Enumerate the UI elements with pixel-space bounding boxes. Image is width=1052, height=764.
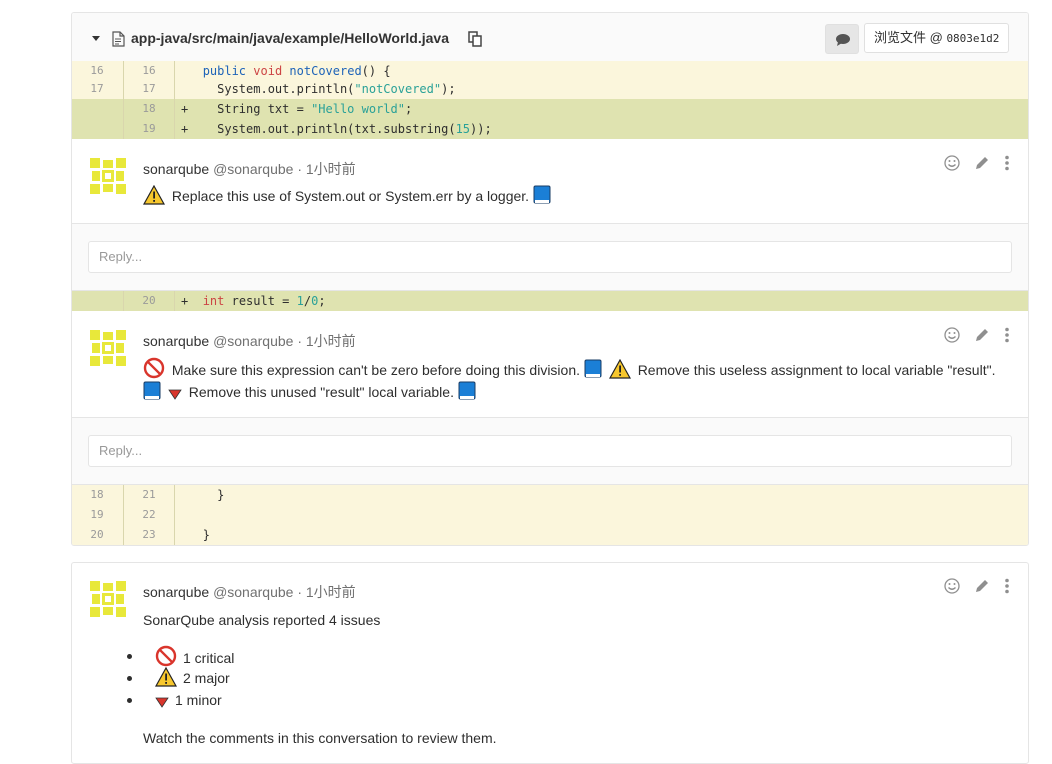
reply-input[interactable]: Reply... [88,241,1012,273]
avatar[interactable] [88,328,128,368]
new-line-number[interactable]: 23 [123,525,174,545]
note-actions [934,155,1010,174]
line-code: + String txt = "Hello world"; [174,99,412,119]
file-header: app-java/src/main/java/example/HelloWorl… [72,13,1028,68]
note-text: Replace this use of System.out or System… [143,185,998,207]
old-line-number[interactable] [72,99,122,119]
reply-area: Reply... [72,224,1028,290]
new-line-number[interactable]: 22 [123,505,174,525]
new-line-number[interactable]: 18 [123,99,174,119]
summary-intro: SonarQube analysis reported 4 issues [143,612,381,628]
file-path[interactable]: app-java/src/main/java/example/HelloWorl… [131,30,449,46]
discussion-thread: sonarqube @sonarqube · 1小时前 Make sure th… [72,312,1028,485]
note-text: Make sure this expression can't be zero … [143,357,998,403]
smiley-icon[interactable] [944,155,960,174]
commit-sha: 0803e1d2 [946,32,1000,45]
avatar[interactable] [88,156,128,196]
toggle-comments-button[interactable] [825,24,859,54]
line-code: + System.out.println(txt.substring(15)); [174,119,492,139]
more-vertical-icon[interactable] [1004,327,1010,346]
old-line-number[interactable]: 19 [72,505,122,525]
note-author[interactable]: sonarqube @sonarqube · 1小时前 [143,331,356,351]
note-actions [934,578,1010,597]
book-icon[interactable] [458,381,476,401]
blocked-icon [143,357,165,379]
line-code [174,505,203,525]
avatar[interactable] [88,579,128,619]
old-line-number[interactable]: 17 [72,79,122,99]
new-line-number[interactable]: 19 [123,119,174,139]
note: sonarqube @sonarqube · 1小时前 Replace this… [72,140,1028,224]
diff-line: 17 17 System.out.println("notCovered"); [72,79,1028,99]
triangle-down-icon [155,697,169,708]
line-code: } [174,485,224,505]
pencil-icon[interactable] [974,155,990,174]
comment-icon [836,34,850,46]
list-item: 1 minor [127,689,234,711]
diff-line-added: 18 + String txt = "Hello world"; [72,99,1028,119]
summary-note-card: sonarqube @sonarqube · 1小时前 SonarQube an… [71,562,1029,764]
warning-icon [143,185,165,205]
view-file-button[interactable]: 浏览文件 @ 0803e1d2 [864,23,1010,53]
book-icon[interactable] [533,185,551,205]
smiley-icon[interactable] [944,327,960,346]
new-line-number[interactable]: 20 [123,291,174,311]
old-line-number[interactable]: 20 [72,525,122,545]
book-icon[interactable] [584,359,602,379]
blocked-icon [155,645,177,667]
smiley-icon[interactable] [944,578,960,597]
new-line-number[interactable]: 16 [123,61,174,81]
triangle-down-icon [168,389,182,400]
line-code: public void notCovered() { [174,61,391,81]
diff-line-added: 20 + int result = 1/0; [72,291,1028,311]
pencil-icon[interactable] [974,578,990,597]
diff-line: 19 22 [72,505,1028,525]
old-line-number[interactable]: 18 [72,485,122,505]
discussion-thread: sonarqube @sonarqube · 1小时前 Replace this… [72,140,1028,291]
list-item: 2 major [127,667,234,689]
pencil-icon[interactable] [974,327,990,346]
old-line-number[interactable]: 16 [72,61,122,81]
note-author[interactable]: sonarqube @sonarqube · 1小时前 [143,582,356,602]
diff-line-added: 19 + System.out.println(txt.substring(15… [72,119,1028,139]
collapse-caret-icon[interactable] [92,36,100,41]
note: sonarqube @sonarqube · 1小时前 Make sure th… [72,312,1028,418]
diff-file-card: app-java/src/main/java/example/HelloWorl… [71,12,1029,546]
more-vertical-icon[interactable] [1004,155,1010,174]
book-icon[interactable] [143,381,161,401]
copy-icon[interactable] [468,31,483,47]
issue-summary-list: 1 critical 2 major 1 minor [127,645,234,711]
reply-input[interactable]: Reply... [88,435,1012,467]
line-code: + int result = 1/0; [174,291,326,311]
reply-area: Reply... [72,418,1028,484]
view-file-label: 浏览文件 @ [874,30,943,45]
diff-line: 18 21 } [72,485,1028,505]
warning-icon [608,359,631,379]
old-line-number[interactable] [72,291,122,311]
line-code: System.out.println("notCovered"); [174,79,456,99]
old-line-number[interactable] [72,119,122,139]
diff-line: 20 23 } [72,525,1028,545]
more-vertical-icon[interactable] [1004,578,1010,597]
new-line-number[interactable]: 21 [123,485,174,505]
summary-outro: Watch the comments in this conversation … [143,730,497,746]
note-author[interactable]: sonarqube @sonarqube · 1小时前 [143,159,356,179]
warning-icon [155,667,177,687]
note-actions [934,327,1010,346]
list-item: 1 critical [127,645,234,667]
diff-line: 16 16 public void notCovered() { [72,61,1028,81]
new-line-number[interactable]: 17 [123,79,174,99]
line-code: } [174,525,210,545]
file-icon [112,31,125,47]
